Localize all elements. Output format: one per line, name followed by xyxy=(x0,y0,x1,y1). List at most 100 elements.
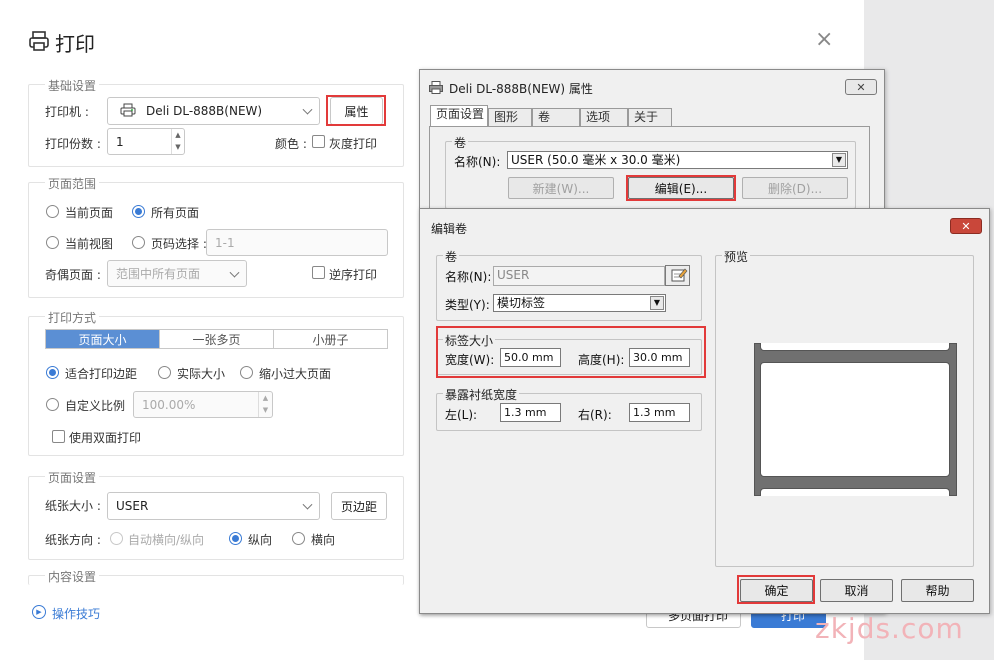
orientation-label: 纸张方向 : xyxy=(45,533,101,547)
shrink-large-radio[interactable] xyxy=(240,366,253,379)
page-select-label: 页码选择 : xyxy=(151,237,207,251)
printer-value: Deli DL-888B(NEW) xyxy=(146,104,263,118)
tab-about[interactable]: 关于 xyxy=(628,108,672,126)
paper-size-select[interactable]: USER xyxy=(107,492,320,520)
odd-even-select[interactable]: 范围中所有页面 xyxy=(107,260,247,287)
highlight-box xyxy=(326,95,386,126)
printer-icon xyxy=(429,81,443,94)
landscape-radio[interactable] xyxy=(292,532,305,545)
properties-dialog-title: Deli DL-888B(NEW) 属性 xyxy=(449,82,593,96)
edit-roll-dialog: 编辑卷 ✕ 卷 名称(N): USER 类型(Y): 模切标签 ▼ 标签大小 宽… xyxy=(419,208,990,614)
chevron-down-icon xyxy=(229,267,240,278)
play-icon: ▶ xyxy=(32,605,46,619)
roll-name-select[interactable]: USER (50.0 毫米 x 30.0 毫米) ▼ xyxy=(507,151,848,169)
tab-page-setup[interactable]: 页面设置 xyxy=(430,105,488,126)
printer-label: 打印机 : xyxy=(45,105,89,119)
tab-multi-page[interactable]: 一张多页 xyxy=(160,330,274,348)
cancel-button[interactable]: 取消 xyxy=(820,579,893,602)
current-page-radio[interactable] xyxy=(46,205,59,218)
tab-booklet[interactable]: 小册子 xyxy=(274,330,387,348)
tab-page-size[interactable]: 页面大小 xyxy=(46,330,160,348)
label-preview-main xyxy=(760,362,950,477)
copies-arrows[interactable]: ▲ ▼ xyxy=(171,129,184,154)
custom-scale-label: 自定义比例 xyxy=(65,399,126,413)
reverse-label: 逆序打印 xyxy=(329,268,378,282)
type-value: 模切标签 xyxy=(497,296,546,310)
roll-name-field[interactable]: USER xyxy=(493,266,665,286)
right-label: 右(R): xyxy=(578,408,612,422)
roll-name-value: USER (50.0 毫米 x 30.0 毫米) xyxy=(511,153,681,167)
page-title: 打印 xyxy=(55,32,95,56)
label-preview-bottom xyxy=(760,488,950,496)
scale-input[interactable]: 100.00% xyxy=(133,391,273,418)
content-settings-title: 内容设置 xyxy=(45,568,100,585)
current-view-label: 当前视图 xyxy=(65,237,114,251)
all-pages-label: 所有页面 xyxy=(151,206,200,220)
odd-even-label: 奇偶页面 : xyxy=(45,268,101,282)
chevron-down-icon xyxy=(302,499,313,510)
edit-name-icon[interactable] xyxy=(665,265,690,286)
name-label: 名称(N): xyxy=(454,155,501,169)
actual-size-label: 实际大小 xyxy=(177,367,226,381)
right-field[interactable]: 1.3 mm xyxy=(629,403,690,422)
delete-button[interactable]: 删除(D)... xyxy=(742,177,848,199)
tips-link[interactable]: 操作技巧 xyxy=(52,605,100,622)
copies-value: 1 xyxy=(116,134,124,149)
close-icon[interactable]: ✕ xyxy=(950,218,982,234)
actual-size-radio[interactable] xyxy=(158,366,171,379)
grayscale-checkbox[interactable] xyxy=(312,135,325,148)
tab-roll[interactable]: 卷 xyxy=(532,108,580,126)
label-preview-top xyxy=(760,343,950,351)
current-page-label: 当前页面 xyxy=(65,206,114,220)
type-select[interactable]: 模切标签 ▼ xyxy=(493,294,666,312)
page-setup-title: 页面设置 xyxy=(45,469,100,486)
print-mode-tabs: 页面大小 一张多页 小册子 xyxy=(45,329,388,349)
fit-margins-label: 适合打印边距 xyxy=(65,367,138,381)
highlight-box xyxy=(626,175,736,201)
scale-arrows[interactable]: ▲ ▼ xyxy=(258,392,272,417)
left-field[interactable]: 1.3 mm xyxy=(500,403,561,422)
margin-button[interactable]: 页边距 xyxy=(331,492,387,520)
chevron-down-icon: ▼ xyxy=(832,153,846,167)
roll-group-label: 卷 xyxy=(452,134,469,151)
highlight-box xyxy=(436,326,706,378)
left-label: 左(L): xyxy=(445,408,478,422)
landscape-label: 横向 xyxy=(311,533,336,547)
printer-select[interactable]: Deli DL-888B(NEW) xyxy=(107,97,320,125)
highlight-box xyxy=(737,575,815,604)
new-button[interactable]: 新建(W)... xyxy=(508,177,614,199)
shrink-large-label: 缩小过大页面 xyxy=(259,367,332,381)
all-pages-radio[interactable] xyxy=(132,205,145,218)
edit-roll-title: 编辑卷 xyxy=(431,222,468,236)
odd-even-value: 范围中所有页面 xyxy=(116,267,201,281)
page-select-radio[interactable] xyxy=(132,236,145,249)
tab-graphics[interactable]: 图形 xyxy=(488,108,532,126)
current-view-radio[interactable] xyxy=(46,236,59,249)
page-select-input[interactable]: 1-1 xyxy=(206,229,388,256)
custom-scale-radio[interactable] xyxy=(46,398,59,411)
printer-small-icon xyxy=(120,103,136,120)
reverse-checkbox[interactable] xyxy=(312,266,325,279)
help-button[interactable]: 帮助 xyxy=(901,579,974,602)
roll-group-label: 卷 xyxy=(443,248,460,265)
copies-label: 打印份数 : xyxy=(45,137,101,151)
portrait-label: 纵向 xyxy=(248,533,273,547)
portrait-radio[interactable] xyxy=(229,532,242,545)
tab-options[interactable]: 选项 xyxy=(580,108,628,126)
auto-orientation-label: 自动横向/纵向 xyxy=(128,533,205,547)
name-label: 名称(N): xyxy=(445,270,492,284)
color-label: 颜色 : xyxy=(275,137,307,151)
printer-icon xyxy=(28,30,50,52)
duplex-checkbox[interactable] xyxy=(52,430,65,443)
fit-margins-radio[interactable] xyxy=(46,366,59,379)
type-label: 类型(Y): xyxy=(445,298,490,312)
close-icon[interactable]: ✕ xyxy=(845,79,877,95)
close-icon[interactable]: × xyxy=(815,27,833,52)
page-range-title: 页面范围 xyxy=(45,175,100,192)
paper-size-value: USER xyxy=(116,499,149,513)
paper-size-label: 纸张大小 : xyxy=(45,499,101,513)
print-mode-title: 打印方式 xyxy=(45,309,100,326)
auto-orientation-radio[interactable] xyxy=(110,532,123,545)
duplex-label: 使用双面打印 xyxy=(69,431,142,445)
preview-title: 预览 xyxy=(722,248,751,265)
